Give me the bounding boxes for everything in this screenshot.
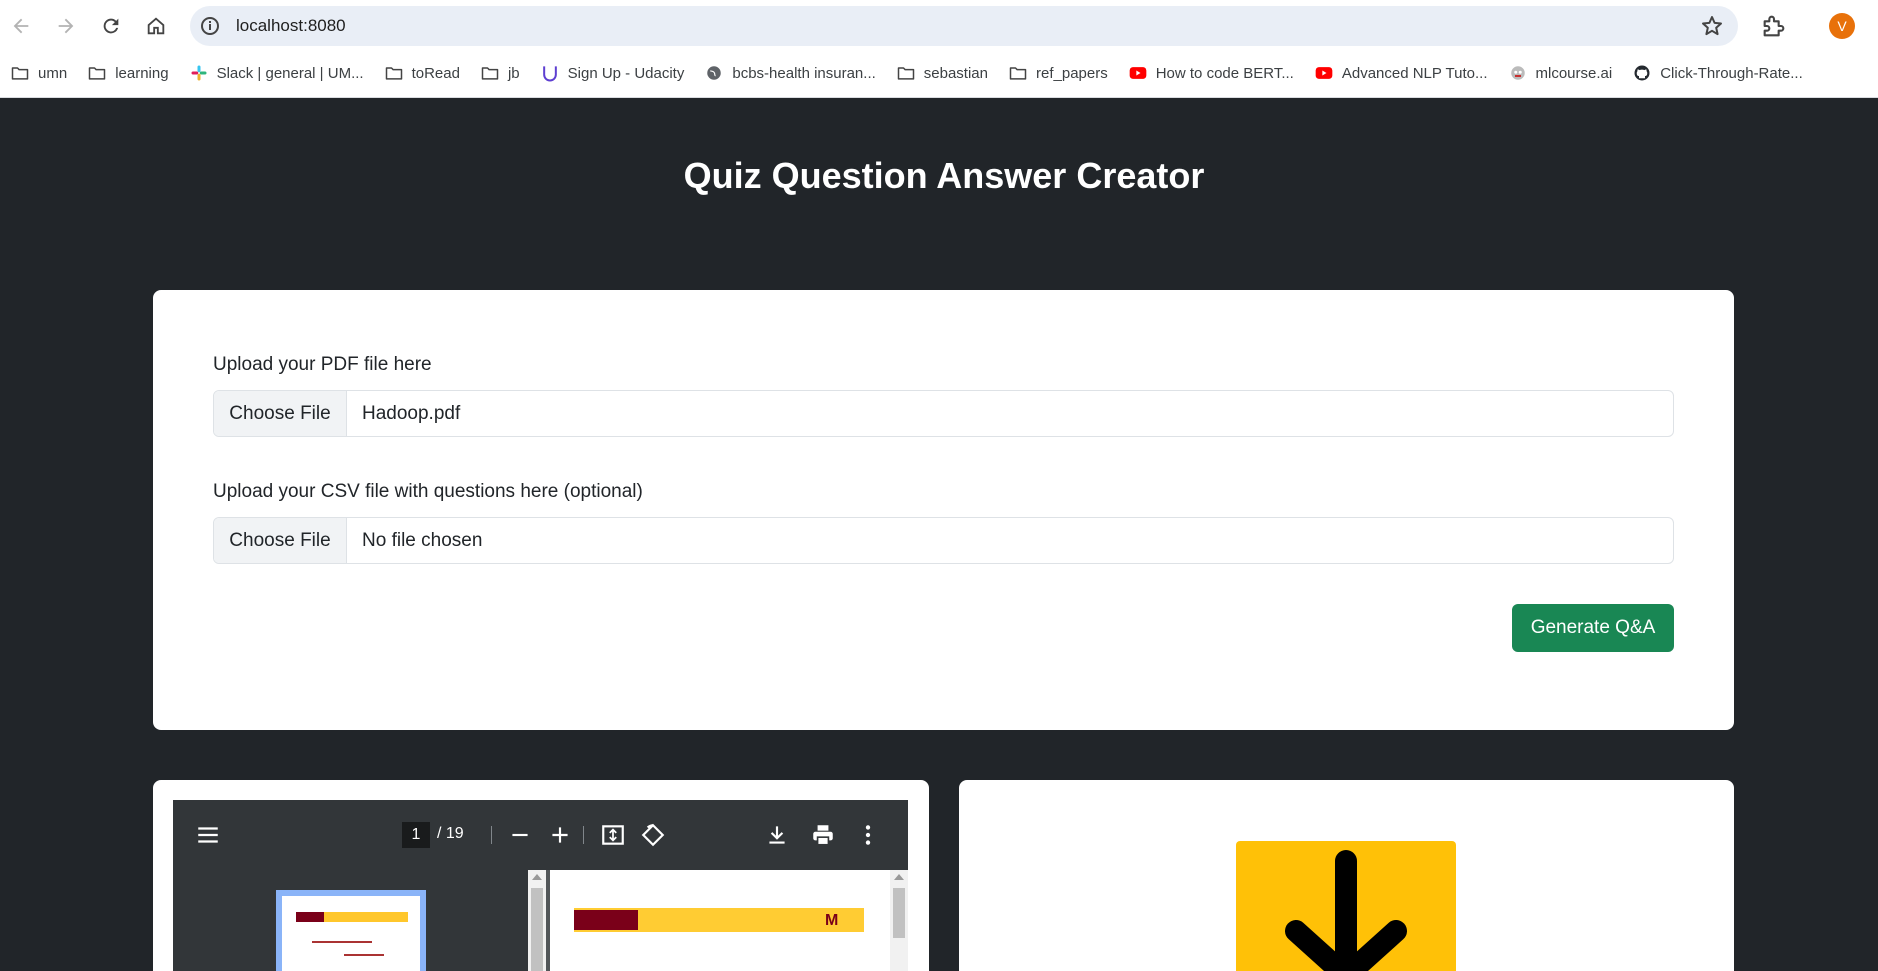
pdf-toolbar: 1 / 19 bbox=[173, 800, 908, 870]
download-card bbox=[959, 780, 1734, 971]
pdf-file-input[interactable]: Choose File Hadoop.pdf bbox=[213, 390, 1674, 437]
folder-icon bbox=[1008, 63, 1028, 83]
bookmark-item[interactable]: Slack | general | UM... bbox=[189, 63, 364, 83]
folder-icon bbox=[896, 63, 916, 83]
bookmark-item[interactable]: Advanced NLP Tuto... bbox=[1314, 63, 1488, 83]
github-icon bbox=[1632, 63, 1652, 83]
bookmark-item[interactable]: umn bbox=[10, 63, 67, 83]
udacity-icon bbox=[540, 63, 560, 83]
download-icon[interactable] bbox=[764, 822, 790, 848]
youtube-icon bbox=[1314, 63, 1334, 83]
thumbnail-text-line bbox=[344, 954, 384, 956]
bookmark-label: mlcourse.ai bbox=[1535, 64, 1613, 82]
url-text: localhost:8080 bbox=[236, 16, 346, 35]
page-title: Quiz Question Answer Creator bbox=[683, 155, 1205, 196]
pdf-viewer-card: 1 / 19 M bbox=[153, 780, 929, 971]
csv-file-name: No file chosen bbox=[362, 529, 483, 551]
bookmark-label: learning bbox=[115, 64, 169, 82]
toolbar-divider bbox=[583, 826, 584, 844]
scroll-thumb[interactable] bbox=[531, 888, 543, 971]
menu-icon[interactable] bbox=[195, 822, 221, 848]
home-icon bbox=[147, 17, 165, 35]
csv-file-input[interactable]: Choose File No file chosen bbox=[213, 517, 1674, 564]
extensions-icon[interactable] bbox=[1760, 12, 1788, 40]
bookmark-label: bcbs-health insuran... bbox=[732, 64, 876, 82]
pdf-page: M bbox=[550, 870, 890, 971]
bookmark-label: How to code BERT... bbox=[1155, 64, 1294, 82]
reload-button[interactable] bbox=[93, 8, 129, 44]
slack-icon bbox=[189, 63, 209, 83]
site-info-icon[interactable] bbox=[198, 14, 222, 38]
zoom-in-icon[interactable] bbox=[547, 822, 573, 848]
more-options-icon[interactable] bbox=[855, 822, 881, 848]
bookmark-item[interactable]: Click-Through-Rate... bbox=[1632, 63, 1803, 83]
page-thumbnail-preview bbox=[282, 896, 420, 971]
generate-qa-button[interactable]: Generate Q&A bbox=[1512, 604, 1674, 652]
scroll-up-arrow-icon[interactable] bbox=[532, 874, 542, 880]
folder-icon bbox=[87, 63, 107, 83]
bookmark-label: jb bbox=[507, 64, 520, 82]
page-thumbnail[interactable] bbox=[276, 890, 426, 971]
arrow-right-icon bbox=[58, 18, 74, 34]
zoom-out-icon[interactable] bbox=[507, 822, 533, 848]
folder-icon bbox=[384, 63, 404, 83]
folder-icon bbox=[480, 63, 500, 83]
print-icon[interactable] bbox=[810, 822, 836, 848]
page-number-input[interactable]: 1 bbox=[402, 822, 430, 848]
thumbnail-logo bbox=[296, 912, 324, 922]
download-arrow-icon bbox=[1285, 850, 1407, 971]
bookmark-item[interactable]: ref_papers bbox=[1008, 63, 1108, 83]
bookmark-label: Advanced NLP Tuto... bbox=[1341, 64, 1488, 82]
bookmark-item[interactable]: sebastian bbox=[896, 63, 988, 83]
thumbnail-scrollbar[interactable] bbox=[528, 870, 546, 971]
folder-icon bbox=[10, 63, 30, 83]
bookmark-label: ref_papers bbox=[1036, 64, 1108, 82]
home-button[interactable] bbox=[138, 8, 174, 44]
bookmark-item[interactable]: How to code BERT... bbox=[1128, 63, 1294, 83]
pdf-upload-label: Upload your PDF file here bbox=[213, 354, 432, 375]
bookmark-label: umn bbox=[38, 64, 68, 82]
page-total: / 19 bbox=[437, 825, 464, 842]
page-scrollbar[interactable] bbox=[890, 870, 908, 971]
toolbar-divider bbox=[491, 826, 492, 844]
bookmarks-bar: umn learning Slack | general | UM... toRead… bbox=[0, 58, 1878, 88]
bookmark-label: sebastian bbox=[923, 64, 988, 82]
globe-icon bbox=[704, 63, 724, 83]
bookmark-label: Slack | general | UM... bbox=[216, 64, 364, 82]
mlcourse-icon bbox=[1508, 63, 1528, 83]
bookmark-item[interactable]: mlcourse.ai bbox=[1508, 63, 1613, 83]
csv-upload-label: Upload your CSV file with questions here… bbox=[213, 481, 643, 502]
upload-form-card: Upload your PDF file here Choose File Ha… bbox=[153, 290, 1734, 730]
carlson-school-logo bbox=[574, 910, 638, 930]
bookmark-label: Sign Up - Udacity bbox=[567, 64, 685, 82]
bookmark-item[interactable]: bcbs-health insuran... bbox=[704, 63, 876, 83]
forward-button[interactable] bbox=[48, 8, 84, 44]
pdf-body: M bbox=[173, 870, 908, 971]
fit-page-icon[interactable] bbox=[600, 822, 626, 848]
scroll-thumb[interactable] bbox=[893, 888, 905, 938]
profile-avatar[interactable]: V bbox=[1829, 13, 1855, 39]
rotate-icon[interactable] bbox=[640, 822, 666, 848]
bookmark-label: toRead bbox=[411, 64, 460, 82]
bookmark-item[interactable]: learning bbox=[87, 63, 169, 83]
youtube-icon bbox=[1128, 63, 1148, 83]
bookmark-star-icon[interactable] bbox=[1700, 14, 1724, 38]
bookmark-item[interactable]: jb bbox=[480, 63, 520, 83]
csv-choose-file-button[interactable]: Choose File bbox=[214, 518, 347, 563]
thumbnail-text-line bbox=[312, 941, 372, 943]
bookmark-label: Click-Through-Rate... bbox=[1660, 64, 1803, 82]
arrow-left-icon bbox=[13, 18, 29, 34]
scroll-up-arrow-icon[interactable] bbox=[894, 874, 904, 880]
bookmark-item[interactable]: toRead bbox=[384, 63, 460, 83]
download-button[interactable] bbox=[1236, 841, 1456, 971]
university-logo-icon: M bbox=[825, 912, 839, 929]
bookmark-item[interactable]: Sign Up - Udacity bbox=[540, 63, 685, 83]
pdf-choose-file-button[interactable]: Choose File bbox=[214, 391, 347, 436]
browser-chrome: localhost:8080 V umn learning Slack | gene… bbox=[0, 0, 1878, 98]
address-bar[interactable]: localhost:8080 bbox=[190, 6, 1738, 46]
back-button[interactable] bbox=[3, 8, 39, 44]
reload-icon bbox=[103, 18, 119, 34]
thumbnail-pane bbox=[173, 870, 528, 971]
pdf-file-name: Hadoop.pdf bbox=[362, 402, 461, 424]
